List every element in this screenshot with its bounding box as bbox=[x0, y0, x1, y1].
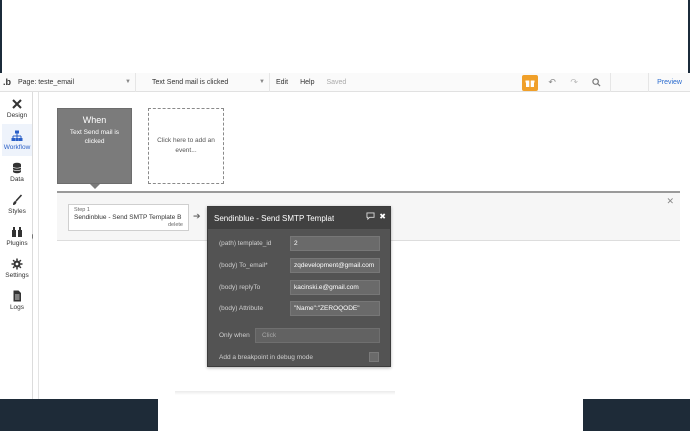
page-select-value: Page: teste_email bbox=[18, 78, 75, 86]
toolbar-spacer bbox=[610, 73, 648, 92]
panel-header: Sendinblue - Send SMTP Template ✖ bbox=[208, 207, 390, 229]
sidebar-item-label: Logs bbox=[9, 303, 25, 311]
sidebar-item-label: Styles bbox=[8, 207, 26, 215]
database-icon bbox=[12, 162, 22, 173]
step-title: Sendinblue - Send SMTP Template B bbox=[74, 214, 182, 221]
undo-icon[interactable]: ↶ bbox=[544, 75, 560, 91]
sidebar-divider bbox=[33, 92, 39, 399]
to-email-input[interactable]: zqdevelopment@gmail.com bbox=[290, 258, 380, 273]
panel-title: Sendinblue - Send SMTP Template bbox=[214, 213, 334, 223]
action-property-panel: Sendinblue - Send SMTP Template ✖ (path)… bbox=[207, 206, 391, 367]
bottom-white-area bbox=[158, 399, 583, 431]
sidebar-item-workflow[interactable]: Workflow bbox=[2, 124, 32, 156]
help-menu[interactable]: Help bbox=[294, 79, 320, 86]
sidebar-item-styles[interactable]: Styles bbox=[2, 188, 32, 220]
brush-icon bbox=[13, 193, 23, 205]
template-id-input[interactable]: 2 bbox=[290, 236, 380, 251]
sidebar-item-data[interactable]: Data bbox=[2, 156, 32, 188]
breakpoint-checkbox[interactable] bbox=[369, 352, 379, 362]
saved-status: Saved bbox=[326, 78, 347, 86]
only-when-label: Only when bbox=[219, 332, 250, 339]
plugin-icon bbox=[12, 226, 22, 237]
step-number: Step 1 bbox=[74, 207, 90, 213]
only-when-input[interactable]: Click bbox=[255, 328, 380, 343]
sidebar-item-label: Settings bbox=[5, 271, 29, 279]
sidebar-item-design[interactable]: Design bbox=[2, 92, 32, 124]
window-edge-left bbox=[0, 0, 2, 73]
search-icon[interactable] bbox=[588, 75, 604, 91]
sidebar-item-plugins[interactable]: Plugins ▶ bbox=[2, 220, 37, 252]
reply-to-input[interactable]: kacinski.e@gmail.com bbox=[290, 280, 380, 295]
comment-icon[interactable] bbox=[366, 212, 375, 222]
add-event-label: Click here to add an event... bbox=[157, 137, 215, 154]
sidebar-item-label: Data bbox=[10, 175, 24, 183]
page-select[interactable]: Page: teste_email ▼ bbox=[14, 72, 136, 92]
event-select-value: Text Send mail is clicked bbox=[152, 78, 229, 86]
redo-icon[interactable]: ↷ bbox=[566, 75, 582, 91]
toolbar-right: ↶ ↷ Preview bbox=[522, 73, 690, 92]
step-card[interactable]: Step 1 Sendinblue - Send SMTP Template B… bbox=[68, 204, 189, 231]
event-block[interactable]: When Text Send mail is clicked bbox=[57, 108, 132, 184]
document-icon bbox=[13, 290, 21, 301]
top-blank-area bbox=[0, 0, 690, 73]
field-label-reply-to: (body) replyTo bbox=[219, 284, 261, 291]
field-label-to-email: (body) To_email* bbox=[219, 262, 268, 269]
edit-menu[interactable]: Edit bbox=[270, 79, 294, 86]
editor-toolbar: .b Page: teste_email ▼ Text Send mail is… bbox=[0, 72, 690, 92]
attribute-input[interactable]: "Name":"ZEROQODE" bbox=[290, 301, 380, 316]
design-tools-icon bbox=[12, 98, 22, 109]
gift-icon[interactable] bbox=[522, 74, 539, 91]
sidebar-item-logs[interactable]: Logs bbox=[2, 284, 32, 316]
event-pointer bbox=[90, 184, 100, 189]
left-sidebar: Design Workflow Data Styles Plugins ▶ Se… bbox=[2, 92, 37, 399]
sidebar-item-label: Design bbox=[6, 111, 28, 119]
event-name: Text Send mail is clicked bbox=[69, 129, 120, 145]
event-select[interactable]: Text Send mail is clicked ▼ bbox=[148, 72, 270, 92]
breakpoint-label: Add a breakpoint in debug mode bbox=[219, 354, 313, 361]
sidebar-item-settings[interactable]: Settings bbox=[2, 252, 32, 284]
sidebar-item-label: Plugins bbox=[6, 239, 28, 247]
bubble-logo[interactable]: .b bbox=[0, 77, 14, 87]
field-label-template-id: (path) template_id bbox=[219, 240, 272, 247]
chevron-down-icon: ▼ bbox=[125, 79, 131, 85]
sidebar-item-label: Workflow bbox=[3, 143, 31, 151]
shadow bbox=[175, 391, 395, 395]
add-event-button[interactable]: Click here to add an event... bbox=[148, 108, 224, 184]
close-icon[interactable]: ✖ bbox=[379, 212, 386, 221]
gear-icon bbox=[11, 258, 23, 269]
step-delete-link[interactable]: delete bbox=[168, 222, 183, 228]
field-label-attribute: (body) Attribute bbox=[219, 305, 264, 312]
arrow-right-icon: ➔ bbox=[193, 211, 201, 221]
preview-button[interactable]: Preview bbox=[648, 73, 690, 92]
close-icon[interactable]: ✕ bbox=[666, 196, 674, 207]
event-when-label: When bbox=[82, 115, 107, 125]
chevron-down-icon: ▼ bbox=[259, 79, 265, 85]
workflow-icon bbox=[11, 130, 23, 141]
